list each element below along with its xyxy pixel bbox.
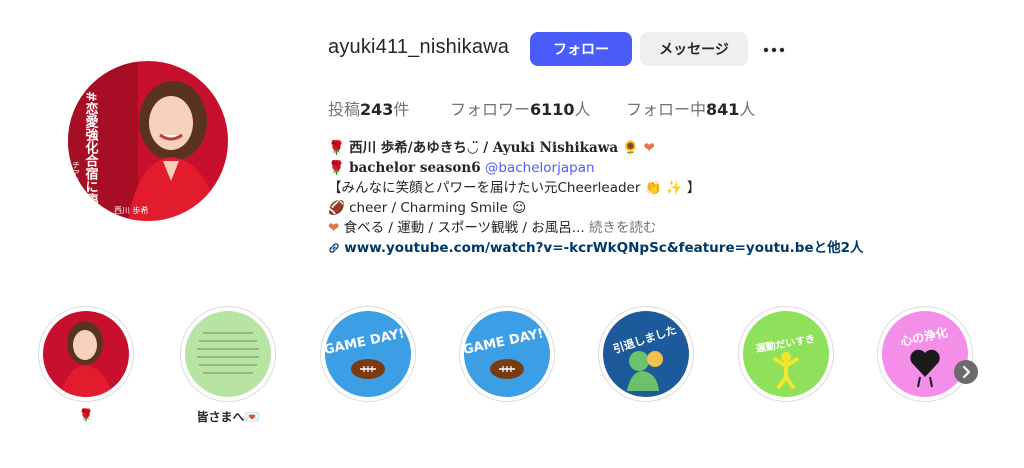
highlight-label (459, 408, 555, 424)
football-emoji: 🏈 (328, 200, 345, 216)
sparkles-emoji: ✨ (665, 180, 683, 196)
highlight-item[interactable]: 運動だいすき (738, 306, 834, 424)
highlight-label (598, 408, 694, 424)
svg-text:西川 歩希: 西川 歩希 (114, 205, 149, 215)
avatar-caption: #恋愛強化合宿に臨む (83, 91, 99, 219)
avatar-image: #恋愛強化合宿に臨む チアリーダー 西川 歩希 (68, 61, 228, 221)
message-button[interactable]: メッセージ (640, 32, 748, 66)
bio-show: bachelor season6 (349, 160, 481, 176)
username: ayuki411_nishikawa (328, 36, 510, 58)
portrait-cover (43, 311, 129, 397)
football-cover: GAME DAY!! (464, 311, 550, 397)
bio-name: 西川 歩希/あゆきち◡̈ / Ayuki Nishikawa (349, 140, 619, 156)
followers-count[interactable]: フォロワー6110人 (450, 96, 591, 120)
letter-cover (185, 311, 271, 397)
highlight-label (877, 408, 973, 424)
following-count[interactable]: フォロー中841人 (626, 96, 755, 120)
exercise-cover: 運動だいすき (743, 311, 829, 397)
highlight-item[interactable]: GAME DAY!! (459, 306, 555, 424)
highlight-item[interactable]: GAME DAY!! (320, 306, 416, 424)
highlight-item[interactable]: 🌹 (38, 306, 134, 424)
heart-emoji: ❤ (328, 220, 340, 236)
bio-hobby: cheer / Charming Smile ☺ (349, 200, 527, 216)
football-cover: GAME DAY!! (325, 311, 411, 397)
chevron-right-icon[interactable] (954, 360, 978, 384)
posts-count: 投稿243件 (328, 100, 410, 119)
external-link[interactable]: www.youtube.com/watch?v=-kcrWkQNpSc&feat… (344, 240, 863, 256)
profile-avatar[interactable]: #恋愛強化合宿に臨む チアリーダー 西川 歩希 (68, 61, 228, 221)
follow-button[interactable]: フォロー (530, 32, 632, 66)
highlight-item[interactable]: 皆さまへ💌 (180, 306, 276, 424)
moved-cover: 引退しました (603, 311, 689, 397)
highlight-label: 皆さまへ💌 (196, 410, 260, 424)
highlight-item[interactable]: 引退しました (598, 306, 694, 424)
read-more-link[interactable]: 続きを読む (589, 220, 657, 236)
rose-emoji: 🌹 (328, 140, 345, 156)
sunflower-emoji: 🌻 (622, 140, 640, 156)
bio-interests: 食べる / 運動 / スポーツ観戦 / お風呂... (343, 220, 585, 236)
highlight-label (738, 408, 834, 424)
svg-text:チアリーダー: チアリーダー (72, 161, 81, 209)
mention-link[interactable]: @bachelorjapan (485, 160, 595, 176)
rose-emoji: 🌹 (328, 160, 345, 176)
link-icon (328, 240, 340, 260)
highlight-label: 🌹 (78, 408, 94, 422)
more-horizontal-icon[interactable] (762, 38, 786, 62)
heart-emoji: ❤ (643, 140, 655, 156)
heart-cover: 心の浄化 (882, 311, 968, 397)
clap-emoji: 👏 (644, 180, 662, 196)
bio-tagline: 【みんなに笑顔とパワーを届けたい元Cheerleader (328, 180, 641, 196)
bio: 🌹 西川 歩希/あゆきち◡̈ / Ayuki Nishikawa 🌻 ❤ 🌹 b… (328, 138, 888, 258)
highlight-label (320, 408, 416, 424)
